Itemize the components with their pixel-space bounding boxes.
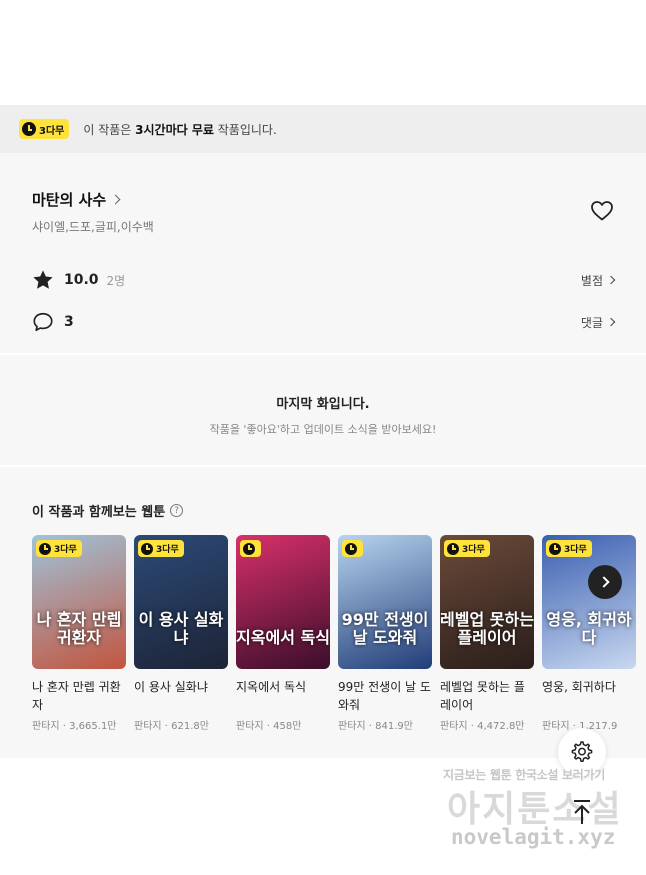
recommendation-cover[interactable]: 지옥에서 독식 bbox=[236, 535, 330, 669]
rating-row: 10.0 2명 별점 bbox=[32, 268, 616, 292]
wait-free-badge bbox=[342, 540, 363, 557]
recommendations-title-row: 이 작품과 함께보는 웹툰 ? bbox=[32, 501, 646, 520]
heart-icon[interactable] bbox=[590, 199, 614, 223]
work-authors: 샤이엘,드포,글피,이수백 bbox=[32, 220, 154, 234]
recommendation-name[interactable]: 이 용사 실화냐 bbox=[134, 678, 228, 714]
wait-free-badge: 3다무 bbox=[138, 540, 184, 557]
comment-icon bbox=[33, 312, 53, 332]
clock-icon bbox=[447, 542, 459, 555]
chevron-right-icon bbox=[110, 194, 121, 205]
comment-row: 3 댓글 bbox=[32, 310, 616, 334]
recommendations-title: 이 작품과 함께보는 웹툰 bbox=[32, 505, 166, 520]
clock-icon bbox=[39, 542, 51, 555]
scroll-top-button[interactable] bbox=[560, 790, 604, 834]
wait-free-badge: 3다무 bbox=[444, 540, 490, 557]
recommendation-name[interactable]: 레벨업 못하는 플레이어 bbox=[440, 678, 534, 714]
free-banner: 3다무 이 작품은 3시간마다 무료 작품입니다. bbox=[0, 105, 646, 153]
wait-free-badge bbox=[240, 540, 261, 557]
last-episode-subtext: 작품을 '좋아요'하고 업데이트 소식을 받아보세요! bbox=[209, 423, 437, 436]
rating-link-label: 별점 bbox=[580, 273, 603, 288]
recommendation-name[interactable]: 영웅, 회귀하다 bbox=[542, 678, 636, 714]
banner-text-suffix: 작품입니다. bbox=[213, 122, 277, 137]
clock-icon bbox=[345, 542, 357, 555]
recommendations-section: 이 작품과 함께보는 웹툰 ? 3다무 나 혼자 만렙 귀환자 나 혼자 만렙 귀환… bbox=[0, 467, 646, 758]
top-blank-area bbox=[0, 0, 646, 105]
recommendation-name[interactable]: 99만 전생이 날 도와줘 bbox=[338, 678, 432, 714]
arrow-up-icon bbox=[574, 800, 590, 824]
badge-label: 3다무 bbox=[54, 545, 77, 555]
last-episode-section: 마지막 화입니다. 작품을 '좋아요'하고 업데이트 소식을 받아보세요! bbox=[0, 355, 646, 467]
clock-icon bbox=[243, 542, 255, 555]
badge-label: 3다무 bbox=[462, 545, 485, 555]
comment-count: 3 bbox=[64, 314, 74, 330]
banner-text-bold: 3시간마다 무료 bbox=[135, 122, 214, 137]
rating-count: 2명 bbox=[106, 273, 126, 288]
recommendation-card[interactable]: 3다무 영웅, 회귀하다 영웅, 회귀하다 판타지 · 1,217.9 bbox=[542, 535, 636, 732]
carousel-next-button[interactable] bbox=[588, 565, 622, 599]
recommendation-carousel: 3다무 나 혼자 만렙 귀환자 나 혼자 만렙 귀환자 판타지 · 3,665.1만 3… bbox=[32, 535, 646, 732]
chevron-right-icon bbox=[606, 317, 616, 327]
recommendation-cover[interactable]: 3다무레벨업 못하는 플레이어 bbox=[440, 535, 534, 669]
work-info-section: 마탄의 사수 샤이엘,드포,글피,이수백 10.0 2명 별점 3 댓글 bbox=[0, 153, 646, 355]
gear-icon bbox=[571, 741, 593, 762]
chevron-right-icon bbox=[606, 275, 616, 285]
recommendation-meta: 판타지 · 841.9만 bbox=[338, 721, 413, 732]
recommendation-card[interactable]: 지옥에서 독식 지옥에서 독식 판타지 · 458만 bbox=[236, 535, 330, 732]
comment-link-label: 댓글 bbox=[580, 315, 603, 330]
badge-label: 3다무 bbox=[564, 545, 587, 555]
wait-free-badge: 3다무 bbox=[19, 119, 70, 139]
recommendation-cover[interactable]: 3다무나 혼자 만렙 귀환자 bbox=[32, 535, 126, 669]
last-episode-heading: 마지막 화입니다. bbox=[276, 397, 370, 412]
work-title: 마탄의 사수 bbox=[32, 191, 107, 209]
comment-link[interactable]: 댓글 bbox=[580, 314, 616, 331]
badge-label: 3다무 bbox=[39, 125, 65, 137]
recommendation-meta: 판타지 · 621.8만 bbox=[134, 721, 209, 732]
recommendation-cover[interactable]: 99만 전생이 날 도와줘 bbox=[338, 535, 432, 669]
clock-icon bbox=[549, 542, 561, 555]
cover-title-art: 영웅, 회귀하다 bbox=[546, 610, 632, 647]
help-icon[interactable]: ? bbox=[170, 504, 184, 517]
recommendation-name[interactable]: 지옥에서 독식 bbox=[236, 678, 330, 714]
badge-label: 3다무 bbox=[156, 545, 179, 555]
cover-title-art: 이 용사 실화냐 bbox=[138, 610, 224, 647]
rating-link[interactable]: 별점 bbox=[580, 272, 616, 289]
star-icon bbox=[33, 270, 53, 289]
work-title-link[interactable]: 마탄의 사수 bbox=[32, 189, 614, 210]
recommendation-cover[interactable]: 3다무이 용사 실화냐 bbox=[134, 535, 228, 669]
recommendation-card[interactable]: 3다무 레벨업 못하는 플레이어 레벨업 못하는 플레이어 판타지 · 4,472.8… bbox=[440, 535, 534, 732]
cover-title-art: 나 혼자 만렙 귀환자 bbox=[36, 610, 122, 647]
clock-icon bbox=[141, 542, 153, 555]
content-panel: 마탄의 사수 샤이엘,드포,글피,이수백 10.0 2명 별점 3 댓글 마지막… bbox=[0, 153, 646, 758]
recommendation-card[interactable]: 3다무 나 혼자 만렙 귀환자 나 혼자 만렙 귀환자 판타지 · 3,665.1만 bbox=[32, 535, 126, 732]
wait-free-badge: 3다무 bbox=[546, 540, 592, 557]
recommendation-name[interactable]: 나 혼자 만렙 귀환자 bbox=[32, 678, 126, 714]
cover-title-art: 99만 전생이 날 도와줘 bbox=[341, 610, 429, 647]
cover-title-art: 레벨업 못하는 플레이어 bbox=[440, 610, 534, 647]
recommendation-card[interactable]: 3다무 이 용사 실화냐 이 용사 실화냐 판타지 · 621.8만 bbox=[134, 535, 228, 732]
recommendation-card[interactable]: 99만 전생이 날 도와줘 99만 전생이 날 도와줘판타지 · 841.9만 bbox=[338, 535, 432, 732]
clock-icon bbox=[22, 122, 36, 136]
banner-text-prefix: 이 작품은 bbox=[83, 122, 136, 137]
recommendation-meta: 판타지 · 4,472.8만 bbox=[440, 721, 525, 732]
wait-free-badge: 3다무 bbox=[36, 540, 82, 557]
chevron-right-icon bbox=[597, 576, 610, 588]
cover-title-art: 지옥에서 독식 bbox=[236, 628, 330, 647]
recommendation-cover[interactable]: 3다무영웅, 회귀하다 bbox=[542, 535, 636, 669]
recommendation-meta: 판타지 · 3,665.1만 bbox=[32, 721, 117, 732]
rating-value: 10.0 bbox=[64, 272, 99, 288]
recommendation-meta: 판타지 · 458만 bbox=[236, 721, 302, 732]
